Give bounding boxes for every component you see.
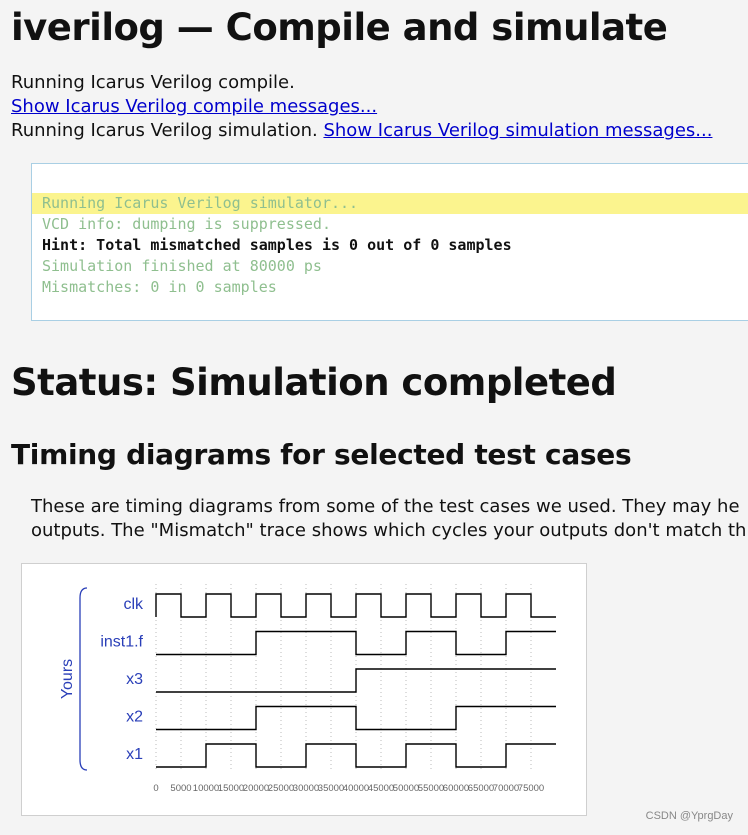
time-tick-label: 60000 <box>443 783 469 794</box>
timing-diagram: Yours clk inst1.f x3 x2 x1 0 5000 10000 15000 2000… <box>21 563 587 816</box>
show-compile-messages-link[interactable]: Show Icarus Verilog compile messages... <box>11 96 377 117</box>
time-tick-label: 15000 <box>218 783 244 794</box>
signal-trace-clk <box>155 593 556 618</box>
watermark: CSDN @YprgDay <box>645 810 733 822</box>
time-tick-label: 5000 <box>170 783 191 794</box>
show-simulation-messages-link[interactable]: Show Icarus Verilog simulation messages.… <box>323 120 712 141</box>
time-tick-label: 70000 <box>493 783 519 794</box>
time-tick-label: 25000 <box>268 783 294 794</box>
simulation-status-row: Running Icarus Verilog simulation. Show … <box>11 119 712 143</box>
page-title: iverilog — Compile and simulate <box>11 6 668 49</box>
time-tick-label: 35000 <box>318 783 344 794</box>
signal-label-x2: x2 <box>126 709 143 726</box>
signal-label-inst1.f: inst1.f <box>100 634 143 651</box>
time-tick-label: 75000 <box>518 783 544 794</box>
group-bracket <box>79 587 88 771</box>
console-line: Running Icarus Verilog simulator... <box>32 193 748 214</box>
signal-trace-x2 <box>156 705 556 731</box>
time-tick-label: 55000 <box>418 783 444 794</box>
signal-label-clk: clk <box>123 596 144 613</box>
console-line: Mismatches: 0 in 0 samples <box>42 278 277 296</box>
simulation-console: Running Icarus Verilog simulator... VCD … <box>31 163 748 321</box>
console-line: VCD info: dumping is suppressed. <box>42 215 331 233</box>
waveform-svg: Yours clk inst1.f x3 x2 x1 0 5000 10000150002000… <box>59 584 556 794</box>
timing-description-line: outputs. The "Mismatch" trace shows whic… <box>31 520 747 541</box>
time-tick-label: 30000 <box>293 783 319 794</box>
time-tick-label: 10000 <box>193 783 219 794</box>
signal-label-x1: x1 <box>126 746 143 763</box>
time-tick-label: 40000 <box>343 783 369 794</box>
timing-heading: Timing diagrams for selected test cases <box>11 438 632 471</box>
console-hint-line: Hint: Total mismatched samples is 0 out … <box>42 236 512 254</box>
time-tick-label: 50000 <box>393 783 419 794</box>
console-line: Simulation finished at 80000 ps <box>42 257 322 275</box>
time-tick-label: 0 <box>153 783 158 794</box>
signal-label-x3: x3 <box>126 671 143 688</box>
time-tick-label: 20000 <box>243 783 269 794</box>
compile-status-text: Running Icarus Verilog compile. <box>11 72 295 93</box>
status-heading: Status: Simulation completed <box>11 361 617 404</box>
signal-trace-x1 <box>156 743 556 768</box>
signal-trace-inst1.f <box>156 630 556 656</box>
simulation-status-text: Running Icarus Verilog simulation. <box>11 120 318 141</box>
signal-trace-x3 <box>156 668 556 693</box>
group-label: Yours <box>59 659 76 699</box>
time-tick-label: 65000 <box>468 783 494 794</box>
timing-description-line: These are timing diagrams from some of t… <box>31 496 740 517</box>
time-tick-label: 45000 <box>368 783 394 794</box>
